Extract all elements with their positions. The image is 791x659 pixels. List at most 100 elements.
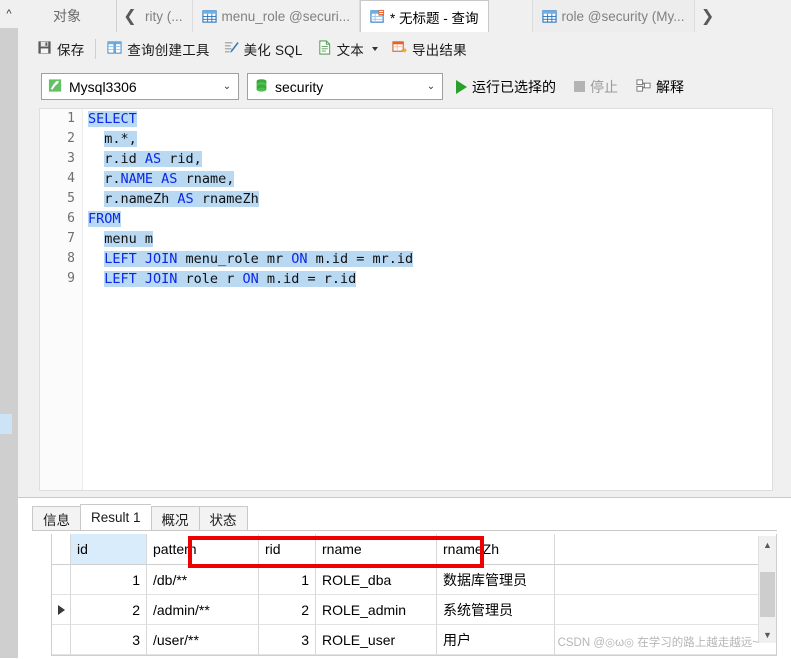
sql-code-area[interactable]: 1 SELECT 2 m.*, 3 r.id AS rid, 4 r.NAME AS r… [40, 109, 772, 289]
column-header-filler [555, 534, 776, 565]
cell-rname[interactable]: ROLE_admin [316, 595, 437, 625]
table-row[interactable]: 1/db/** 1 ROLE_dba 数据库管理员 [52, 565, 776, 595]
cell-id[interactable]: 1 [71, 565, 147, 595]
code-line-text[interactable]: LEFT JOIN menu_role mr ON m.id = mr.id [82, 249, 414, 269]
explain-button[interactable]: 解释 [631, 74, 689, 100]
cell-rid[interactable]: 1 [259, 565, 316, 595]
cell-rid[interactable]: 2 [259, 595, 316, 625]
column-header[interactable]: id [71, 534, 147, 565]
sql-editor[interactable]: 1 SELECT 2 m.*, 3 r.id AS rid, 4 r.NAME AS r… [39, 108, 773, 491]
beautify-icon [224, 40, 239, 58]
tab-role-security[interactable]: role @security (My... [531, 0, 695, 32]
query-icon [370, 9, 385, 24]
code-line: 1 SELECT [40, 109, 772, 129]
explain-label: 解释 [656, 78, 684, 95]
code-line: 7 menu m [40, 229, 772, 249]
cell-pattern[interactable]: /db/** [147, 565, 259, 595]
row-marker [52, 595, 71, 625]
chevron-left-icon: ❮ [123, 8, 137, 25]
cell-id[interactable]: 3 [71, 625, 147, 655]
code-line-text[interactable]: FROM [82, 209, 121, 229]
chevron-down-icon[interactable]: ⌄ [216, 81, 238, 92]
beautify-sql-button[interactable]: 美化 SQL [217, 36, 310, 61]
query-toolbar: 保存 查询创建工具 美化 SQL 文本 导出结果 [18, 32, 791, 65]
query-builder-button[interactable]: 查询创建工具 [100, 36, 216, 61]
run-selected-button[interactable]: 运行已选择的 [451, 74, 561, 100]
code-line-text[interactable]: r.NAME AS rname, [82, 169, 235, 189]
editor-right-strip [773, 108, 791, 497]
current-row-arrow-icon [57, 604, 65, 615]
line-number: 7 [67, 231, 75, 246]
play-icon [456, 79, 467, 94]
result-tab[interactable]: 概况 [150, 506, 199, 531]
chevron-up-icon: ▲ [763, 539, 772, 550]
scroll-up-button[interactable]: ▲ [759, 536, 776, 553]
code-line-text[interactable]: r.nameZh AS rnameZh [82, 189, 259, 209]
line-number: 5 [67, 191, 75, 206]
tab-untitled-query[interactable]: * 无标题 - 查询 [360, 0, 489, 33]
cell-rid[interactable]: 3 [259, 625, 316, 655]
result-tab[interactable]: 信息 [32, 506, 80, 531]
cell-pattern[interactable]: /admin/** [147, 595, 259, 625]
stop-button: 停止 [569, 74, 623, 100]
left-rail-collapse-button[interactable]: ^ [0, 0, 18, 28]
results-tab-underline [32, 530, 777, 531]
code-line-text[interactable]: m.*, [82, 129, 137, 149]
save-label: 保存 [57, 42, 85, 58]
results-grid-scrollbar[interactable]: ▲ ▼ [758, 536, 776, 643]
code-line-text[interactable]: LEFT JOIN role r ON m.id = r.id [82, 269, 357, 289]
column-header[interactable]: pattern [147, 534, 259, 565]
cell-id[interactable]: 2 [71, 595, 147, 625]
column-header[interactable]: rnameZh [437, 534, 555, 565]
run-selected-label: 运行已选择的 [472, 78, 556, 95]
mysql-connection-icon [48, 78, 63, 96]
cell-rnameZh[interactable]: 系统管理员 [437, 595, 555, 625]
line-number: 1 [67, 111, 75, 126]
text-format-label: 文本 [336, 42, 364, 58]
tab-scroll-left-button[interactable]: ❮ [117, 0, 143, 32]
code-line-text[interactable]: SELECT [82, 109, 137, 129]
caret-down-icon[interactable] [371, 46, 378, 51]
text-file-icon [317, 39, 332, 58]
left-rail-selection-marker [0, 414, 12, 434]
export-results-button[interactable]: 导出结果 [385, 36, 474, 61]
tab-scroll-right-button[interactable]: ❯ [694, 0, 721, 32]
result-tab[interactable]: 状态 [198, 506, 248, 531]
chevron-down-icon: ▼ [763, 629, 772, 640]
cell-pattern[interactable]: /user/** [147, 625, 259, 655]
server-value: Mysql3306 [69, 78, 137, 95]
scroll-down-button[interactable]: ▼ [759, 626, 776, 643]
chevron-right-icon: ❯ [700, 8, 715, 25]
line-number: 6 [67, 211, 75, 226]
tab-security-table[interactable]: rity (... [143, 0, 193, 32]
query-builder-label: 查询创建工具 [127, 42, 210, 58]
scrollbar-thumb[interactable] [760, 572, 775, 617]
code-line-text[interactable]: r.id AS rid, [82, 149, 202, 169]
cell-rnameZh[interactable]: 数据库管理员 [437, 565, 555, 595]
code-line-text[interactable]: menu m [82, 229, 154, 249]
code-line: 4 r.NAME AS rname, [40, 169, 772, 189]
watermark-text: CSDN @◎ω◎ 在学习的路上越走越远~ [557, 637, 759, 649]
table-icon [201, 9, 217, 24]
query-builder-icon [107, 40, 122, 58]
line-number: 3 [67, 151, 75, 166]
tab-menu-role-security[interactable]: menu_role @securi... [192, 0, 361, 32]
table-row[interactable]: 2/admin/** 2 ROLE_admin 系统管理员 [52, 595, 776, 625]
nav-app-window: ^ 对象 ❮ rity (... menu_role @securi... * … [0, 0, 791, 659]
result-tab[interactable]: Result 1 [80, 504, 151, 531]
line-number: 4 [67, 171, 75, 186]
explain-icon [636, 78, 651, 96]
server-select[interactable]: Mysql3306 ⌄ [41, 73, 239, 100]
column-header[interactable]: rid [259, 534, 316, 565]
tab-objects[interactable]: 对象 [18, 0, 117, 32]
text-format-button[interactable]: 文本 [310, 36, 385, 61]
line-number: 9 [67, 271, 75, 286]
chevron-down-icon[interactable]: ⌄ [420, 81, 442, 92]
cell-rnameZh[interactable]: 用户 [437, 625, 555, 655]
connection-bar: Mysql3306 ⌄ security ⌄ 运行已选择的 停止 解释 [18, 65, 791, 108]
cell-rname[interactable]: ROLE_user [316, 625, 437, 655]
save-button[interactable]: 保存 [30, 36, 91, 61]
cell-rname[interactable]: ROLE_dba [316, 565, 437, 595]
column-header[interactable]: rname [316, 534, 437, 565]
database-select[interactable]: security ⌄ [247, 73, 443, 100]
